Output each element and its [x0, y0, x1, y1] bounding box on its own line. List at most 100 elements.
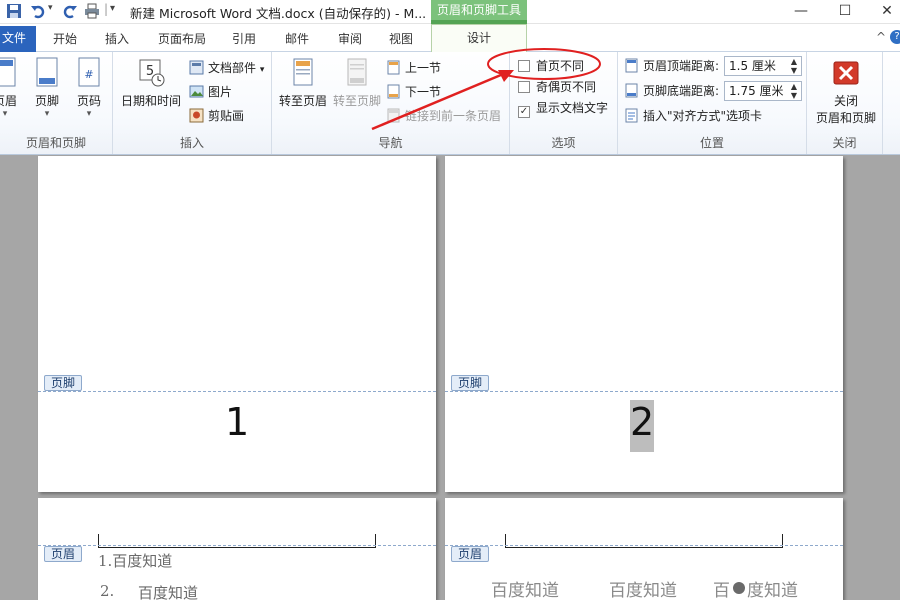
- page-3[interactable]: 页眉 1.百度知道 2. 百度知道: [38, 498, 436, 600]
- different-odd-even-checkbox[interactable]: 奇偶页不同: [518, 77, 596, 97]
- minimize-button[interactable]: —: [790, 2, 812, 20]
- tab-design[interactable]: 设计: [431, 24, 527, 53]
- header-boundary-line: [38, 545, 436, 546]
- page-number-2[interactable]: 2: [630, 400, 654, 444]
- footer-bottom-distance-spinner[interactable]: ▲ ▼: [787, 82, 801, 100]
- collapse-ribbon-icon[interactable]: ^: [876, 30, 886, 44]
- show-document-text-label: 显示文档文字: [536, 101, 609, 115]
- clip-art-button[interactable]: 剪贴画: [189, 106, 244, 126]
- clip-art-label: 剪贴画: [208, 109, 245, 123]
- footer-button[interactable]: 页脚 ▾: [30, 56, 64, 119]
- page-number-label: 页码: [76, 94, 101, 108]
- undo-icon[interactable]: [30, 3, 46, 19]
- save-icon[interactable]: [6, 3, 22, 19]
- group-label-insert: 插入: [179, 136, 204, 150]
- footer-tag: 页脚: [451, 375, 490, 391]
- undo-dropdown-icon[interactable]: ▾: [48, 3, 53, 13]
- prev-section-button[interactable]: 上一节: [386, 58, 441, 78]
- tab-review[interactable]: 审阅: [338, 30, 362, 47]
- date-time-label: 日期和时间: [120, 94, 181, 108]
- prev-section-label: 上一节: [405, 61, 442, 75]
- footer-bottom-distance-input[interactable]: 1.75 厘米 ▲ ▼: [724, 81, 802, 101]
- group-options: 首页不同 奇偶页不同 ✓ 显示文档文字 选项: [510, 52, 618, 154]
- header-text-3a[interactable]: 百: [713, 576, 730, 600]
- picture-button[interactable]: 图片: [189, 82, 232, 102]
- show-document-text-checkbox[interactable]: ✓ 显示文档文字: [518, 98, 608, 118]
- footer-bottom-distance-row: 页脚底端距离:: [624, 81, 719, 101]
- header-button[interactable]: 页眉 ▾: [0, 56, 22, 119]
- footer-boundary-line: [445, 391, 843, 392]
- header-top-distance-row: 页眉顶端距离:: [624, 56, 719, 76]
- next-section-icon: [387, 84, 400, 99]
- tab-references[interactable]: 引用: [232, 30, 256, 47]
- insert-alignment-tab-label: 插入"对齐方式"选项卡: [643, 109, 763, 123]
- header-top-distance-input[interactable]: 1.5 厘米 ▲ ▼: [724, 56, 802, 76]
- group-close: 关闭 页眉和页脚 关闭: [807, 52, 883, 154]
- picture-label: 图片: [208, 85, 233, 99]
- list-item-1[interactable]: 1.百度知道: [98, 550, 172, 571]
- footer-tag: 页脚: [44, 375, 83, 391]
- goto-footer-button[interactable]: 转至页脚: [330, 56, 384, 109]
- tab-insert[interactable]: 插入: [105, 30, 129, 47]
- group-header-footer: 页眉 ▾ 页脚 ▾ # 页码 ▾ 页眉和页脚: [0, 52, 113, 154]
- print-icon[interactable]: [84, 3, 100, 19]
- redo-icon[interactable]: [62, 3, 78, 19]
- close-header-footer-line1: 关闭: [833, 94, 858, 108]
- page-number-icon: #: [78, 57, 100, 87]
- tab-view[interactable]: 视图: [389, 30, 413, 47]
- page-number-button[interactable]: # 页码 ▾: [72, 56, 106, 119]
- close-header-footer-button[interactable]: 关闭 页眉和页脚: [811, 56, 881, 126]
- customize-qat-icon[interactable]: ▾: [110, 3, 115, 14]
- group-label-position: 位置: [699, 136, 724, 150]
- footer-bottom-distance-label: 页脚底端距离:: [643, 84, 720, 98]
- link-previous-label: 链接到前一条页眉: [405, 109, 502, 123]
- show-document-text-box[interactable]: ✓: [518, 106, 530, 118]
- insert-alignment-tab-button[interactable]: 插入"对齐方式"选项卡: [624, 106, 762, 126]
- header-text-2[interactable]: 百度知道: [609, 576, 677, 600]
- group-navigation: 转至页眉 转至页脚 上一节 下一节 链接到前一条页眉 导航: [272, 52, 510, 154]
- header-tag: 页眉: [451, 546, 490, 562]
- next-section-button[interactable]: 下一节: [386, 82, 441, 102]
- list-item-2-text[interactable]: 百度知道: [138, 582, 198, 600]
- footer-icon: [36, 57, 58, 87]
- header-text-3b[interactable]: 度知道: [747, 576, 798, 600]
- header-boundary-line: [445, 545, 843, 546]
- context-tool-label: 页眉和页脚工具: [431, 0, 527, 24]
- svg-text:#: #: [84, 68, 93, 81]
- group-insert: 5 日期和时间 文档部件 ▾ 图片 剪贴画 插入: [113, 52, 272, 154]
- header-top-distance-label: 页眉顶端距离:: [643, 59, 720, 73]
- page-number-1[interactable]: 1: [225, 400, 249, 444]
- header-text-1[interactable]: 百度知道: [491, 576, 559, 600]
- link-previous-button[interactable]: 链接到前一条页眉: [386, 106, 501, 126]
- page-1[interactable]: 页脚 1: [38, 156, 436, 492]
- document-area: 页脚 1 页脚 2 页眉 1.百度知道 2. 百度知道 页眉 百度知道 百度知道…: [0, 156, 900, 600]
- close-window-button[interactable]: ✕: [876, 2, 898, 20]
- header-icon: [0, 57, 16, 87]
- goto-footer-label: 转至页脚: [332, 94, 381, 108]
- footer-label: 页脚: [34, 94, 59, 108]
- title-bar: ▾ | ▾ 新建 Microsoft Word 文档.docx (自动保存的) …: [0, 0, 900, 24]
- different-first-page-checkbox[interactable]: 首页不同: [518, 56, 584, 76]
- page-4[interactable]: 页眉 百度知道 百度知道 百 度知道: [445, 498, 843, 600]
- header-top-distance-spinner[interactable]: ▲ ▼: [787, 57, 801, 75]
- maximize-button[interactable]: ☐: [834, 2, 856, 20]
- ribbon: 页眉 ▾ 页脚 ▾ # 页码 ▾ 页眉和页脚 5 日期和时间 文档部件 ▾ 图片…: [0, 52, 900, 155]
- doc-parts-button[interactable]: 文档部件 ▾: [189, 58, 264, 78]
- help-icon[interactable]: ?: [890, 30, 900, 44]
- page-2[interactable]: 页脚 2: [445, 156, 843, 492]
- next-section-label: 下一节: [405, 85, 442, 99]
- tab-mailings[interactable]: 邮件: [285, 30, 309, 47]
- ribbon-tab-bar: 文件 开始 插入 页面布局 引用 邮件 审阅 视图 设计 ^ ?: [0, 24, 900, 53]
- goto-header-button[interactable]: 转至页眉: [276, 56, 330, 109]
- different-odd-even-box[interactable]: [518, 81, 530, 93]
- link-previous-icon: [387, 108, 400, 123]
- list-item-2-number: 2.: [100, 582, 115, 600]
- tab-page-layout[interactable]: 页面布局: [158, 30, 206, 47]
- footer-boundary-line: [38, 391, 436, 392]
- tab-file[interactable]: 文件: [0, 26, 36, 52]
- date-time-button[interactable]: 5 日期和时间: [119, 56, 183, 109]
- different-first-page-box[interactable]: [518, 60, 530, 72]
- footer-bottom-distance-icon: [625, 83, 638, 98]
- close-x-icon: [833, 61, 859, 85]
- tab-home[interactable]: 开始: [53, 30, 77, 47]
